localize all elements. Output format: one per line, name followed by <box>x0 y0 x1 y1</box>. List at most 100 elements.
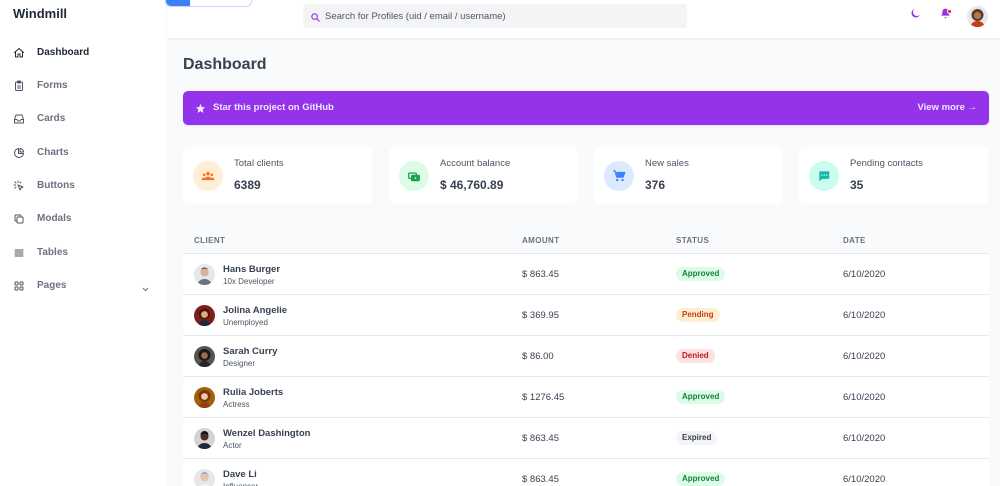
stat-card-new-sales: New sales 376 <box>594 147 783 204</box>
client-role: Influencer <box>223 482 258 486</box>
page-title: Dashboard <box>183 56 267 73</box>
stat-card-account-balance: Account balance $ 46,760.89 <box>389 147 578 204</box>
client-avatar <box>194 469 215 486</box>
column-header-amount: AMOUNT <box>522 236 560 245</box>
client-avatar <box>194 264 215 285</box>
client-avatar <box>194 346 215 367</box>
client-name: Rulia Joberts <box>223 387 284 398</box>
status-badge: Denied <box>676 349 715 363</box>
date: 6/10/2020 <box>843 351 886 362</box>
client-role: Designer <box>223 359 256 368</box>
clipboard-icon <box>12 79 26 93</box>
client-role: 10x Developer <box>223 277 275 286</box>
view-more-link[interactable]: View more → <box>918 102 978 113</box>
profile-avatar[interactable] <box>967 6 988 27</box>
chat-icon <box>809 161 839 191</box>
table-header: CLIENT AMOUNT STATUS DATE <box>183 226 989 254</box>
sidebar-item-buttons[interactable]: Buttons <box>0 173 167 199</box>
amount: $ 1276.45 <box>522 392 565 403</box>
search-icon <box>310 10 321 28</box>
sidebar-item-dashboard[interactable]: Dashboard <box>0 40 167 66</box>
stat-label: Account balance <box>440 158 511 169</box>
date: 6/10/2020 <box>843 474 886 485</box>
client-name: Dave Li <box>223 469 257 480</box>
status-badge: Approved <box>676 390 726 404</box>
grid-icon <box>12 279 26 293</box>
status-badge: Approved <box>676 472 726 486</box>
pie-chart-icon <box>12 146 26 160</box>
client-name: Hans Burger <box>223 264 281 275</box>
cash-icon <box>399 161 429 191</box>
app-logo[interactable]: Windmill <box>13 6 67 21</box>
notification-badge <box>947 9 952 14</box>
column-header-date: DATE <box>843 236 866 245</box>
sidebar: Windmill Dashboard Forms Cards Charts Bu… <box>0 0 167 486</box>
stat-value: $ 46,760.89 <box>440 178 504 192</box>
stat-value: 35 <box>850 178 864 192</box>
theme-toggle-button[interactable] <box>907 8 923 24</box>
date: 6/10/2020 <box>843 433 886 444</box>
table-row[interactable]: Dave Li Influencer $ 863.45 Approved 6/1… <box>183 459 989 486</box>
search-input[interactable] <box>325 4 680 28</box>
sidebar-item-label: Cards <box>37 113 66 124</box>
home-icon <box>12 46 26 60</box>
table-row[interactable]: Wenzel Dashington Actor $ 863.45 Expired… <box>183 418 989 459</box>
client-role: Actor <box>223 441 242 450</box>
stat-card-total-clients: Total clients 6389 <box>183 147 372 204</box>
client-name: Wenzel Dashington <box>223 428 311 439</box>
sidebar-item-label: Dashboard <box>37 47 90 58</box>
client-avatar <box>194 387 215 408</box>
stat-label: New sales <box>645 158 689 169</box>
banner-text: Star this project on GitHub <box>213 102 334 113</box>
column-header-status: STATUS <box>676 236 710 245</box>
users-icon <box>193 161 223 191</box>
sidebar-item-label: Modals <box>37 213 72 224</box>
status-badge: Pending <box>676 308 720 322</box>
date: 6/10/2020 <box>843 269 886 280</box>
sidebar-item-label: Buttons <box>37 180 75 191</box>
table-row[interactable]: Hans Burger 10x Developer $ 863.45 Appro… <box>183 254 989 295</box>
duplicate-icon <box>12 212 26 226</box>
chevron-down-icon <box>141 281 150 299</box>
search-box <box>303 4 687 28</box>
client-role: Actress <box>223 400 250 409</box>
stat-card-pending-contacts: Pending contacts 35 <box>799 147 988 204</box>
stat-label: Total clients <box>234 158 284 169</box>
stat-label: Pending contacts <box>850 158 923 169</box>
amount: $ 863.45 <box>522 433 559 444</box>
client-avatar <box>194 305 215 326</box>
sidebar-item-pages[interactable]: Pages <box>0 273 167 299</box>
amount: $ 369.95 <box>522 310 559 321</box>
sidebar-item-cards[interactable]: Cards <box>0 106 167 132</box>
status-badge: Expired <box>676 431 718 445</box>
client-avatar <box>194 428 215 449</box>
sidebar-item-forms[interactable]: Forms <box>0 73 167 99</box>
column-header-client: CLIENT <box>194 236 226 245</box>
table-row[interactable]: Sarah Curry Designer $ 86.00 Denied 6/10… <box>183 336 989 377</box>
client-name: Jolina Angelie <box>223 305 288 316</box>
github-banner[interactable]: Star this project on GitHub View more → <box>183 91 989 125</box>
sidebar-item-label: Tables <box>37 247 68 258</box>
sidebar-item-label: Forms <box>37 80 68 91</box>
table-row[interactable]: Jolina Angelie Unemployed $ 369.95 Pendi… <box>183 295 989 336</box>
amount: $ 86.00 <box>522 351 554 362</box>
sidebar-item-modals[interactable]: Modals <box>0 206 167 232</box>
cursor-click-icon <box>12 179 26 193</box>
table-row[interactable]: Rulia Joberts Actress $ 1276.45 Approved… <box>183 377 989 418</box>
sidebar-item-label: Pages <box>37 280 67 291</box>
cart-icon <box>604 161 634 191</box>
list-icon <box>12 246 26 260</box>
amount: $ 863.45 <box>522 269 559 280</box>
client-name: Sarah Curry <box>223 346 278 357</box>
tab-indicator[interactable] <box>165 0 252 7</box>
sidebar-item-label: Charts <box>37 147 69 158</box>
date: 6/10/2020 <box>843 392 886 403</box>
inbox-icon <box>12 112 26 126</box>
amount: $ 863.45 <box>522 474 559 485</box>
sidebar-item-tables[interactable]: Tables <box>0 240 167 266</box>
date: 6/10/2020 <box>843 310 886 321</box>
notifications-button[interactable] <box>937 8 953 24</box>
clients-table: CLIENT AMOUNT STATUS DATE Hans Burger 10… <box>183 226 989 486</box>
client-role: Unemployed <box>223 318 268 327</box>
sidebar-item-charts[interactable]: Charts <box>0 140 167 166</box>
